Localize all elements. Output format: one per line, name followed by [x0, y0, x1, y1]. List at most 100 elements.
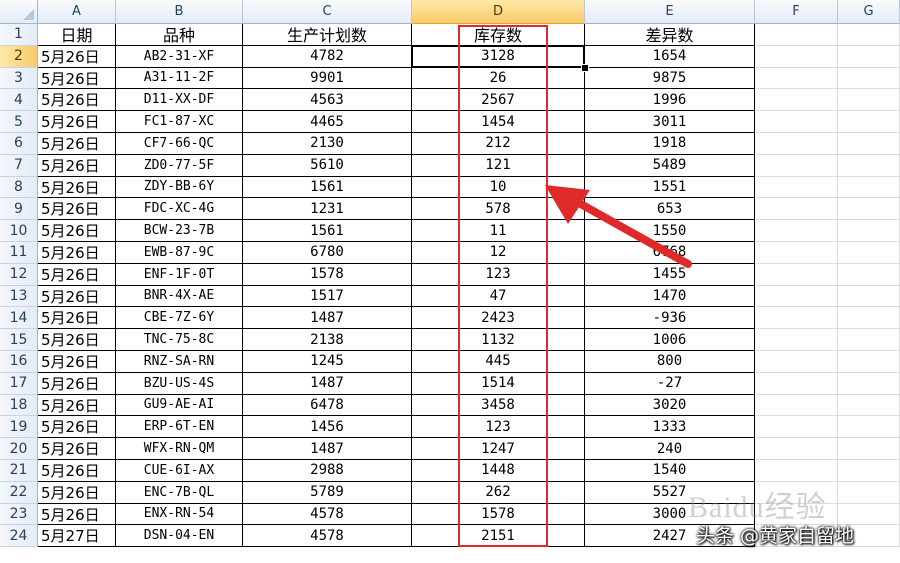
- row-header-11[interactable]: 11: [0, 242, 38, 264]
- empty-cell[interactable]: [838, 481, 900, 504]
- empty-cell[interactable]: [838, 285, 900, 308]
- plan-cell[interactable]: 2138: [243, 329, 412, 351]
- empty-cell[interactable]: [838, 220, 900, 242]
- date-cell[interactable]: 5月26日: [38, 416, 116, 439]
- row-header-19[interactable]: 19: [0, 416, 38, 439]
- date-cell[interactable]: 5月26日: [38, 220, 116, 242]
- header-cell-c[interactable]: 生产计划数: [243, 24, 412, 46]
- empty-cell[interactable]: [755, 285, 838, 308]
- row-header-10[interactable]: 10: [0, 220, 38, 242]
- plan-cell[interactable]: 4465: [243, 111, 412, 133]
- date-cell[interactable]: 5月26日: [38, 307, 116, 330]
- plan-cell[interactable]: 1487: [243, 372, 412, 395]
- fill-handle[interactable]: [581, 63, 589, 72]
- plan-cell[interactable]: 6780: [243, 242, 412, 264]
- stock-cell[interactable]: 2423: [412, 307, 585, 330]
- diff-cell[interactable]: 1918: [585, 133, 755, 155]
- row-header-2[interactable]: 2: [0, 45, 38, 68]
- item-cell[interactable]: DSN-04-EN: [116, 525, 243, 548]
- date-cell[interactable]: 5月26日: [38, 285, 116, 308]
- date-cell[interactable]: 5月26日: [38, 154, 116, 177]
- stock-cell[interactable]: 26: [412, 67, 585, 90]
- stock-cell[interactable]: 3458: [412, 394, 585, 417]
- plan-cell[interactable]: 1561: [243, 220, 412, 242]
- plan-cell[interactable]: 1456: [243, 416, 412, 439]
- empty-cell[interactable]: [838, 176, 900, 199]
- plan-cell[interactable]: 5610: [243, 154, 412, 177]
- stock-cell[interactable]: 1454: [412, 111, 585, 133]
- plan-cell[interactable]: 1517: [243, 285, 412, 308]
- diff-cell[interactable]: 1470: [585, 285, 755, 308]
- diff-cell[interactable]: 1006: [585, 329, 755, 351]
- item-cell[interactable]: FDC-XC-4G: [116, 198, 243, 221]
- row-header-3[interactable]: 3: [0, 67, 38, 90]
- date-cell[interactable]: 5月26日: [38, 438, 116, 460]
- header-cell-b[interactable]: 品种: [116, 24, 243, 46]
- date-cell[interactable]: 5月26日: [38, 198, 116, 221]
- empty-cell[interactable]: [838, 351, 900, 373]
- empty-cell[interactable]: [755, 372, 838, 395]
- empty-cell[interactable]: [755, 394, 838, 417]
- diff-cell[interactable]: -27: [585, 372, 755, 395]
- item-cell[interactable]: FC1-87-XC: [116, 111, 243, 133]
- stock-cell[interactable]: 47: [412, 285, 585, 308]
- date-cell[interactable]: 5月26日: [38, 460, 116, 482]
- select-all-corner[interactable]: [0, 0, 38, 24]
- empty-cell[interactable]: [838, 154, 900, 177]
- item-cell[interactable]: GU9-AE-AI: [116, 394, 243, 417]
- column-header-c[interactable]: C: [243, 0, 412, 24]
- plan-cell[interactable]: 9901: [243, 67, 412, 90]
- header-cell-d[interactable]: 库存数: [412, 24, 585, 46]
- date-cell[interactable]: 5月26日: [38, 133, 116, 155]
- plan-cell[interactable]: 4578: [243, 525, 412, 548]
- row-header-23[interactable]: 23: [0, 503, 38, 526]
- column-header-g[interactable]: G: [838, 0, 900, 24]
- item-cell[interactable]: AB2-31-XF: [116, 45, 243, 68]
- plan-cell[interactable]: 1245: [243, 351, 412, 373]
- item-cell[interactable]: ENF-1F-0T: [116, 263, 243, 286]
- empty-cell[interactable]: [755, 111, 838, 133]
- date-cell[interactable]: 5月26日: [38, 111, 116, 133]
- date-cell[interactable]: 5月26日: [38, 45, 116, 68]
- empty-cell[interactable]: [755, 329, 838, 351]
- row-header-16[interactable]: 16: [0, 351, 38, 373]
- item-cell[interactable]: D11-XX-DF: [116, 89, 243, 112]
- row-header-5[interactable]: 5: [0, 111, 38, 133]
- empty-cell[interactable]: [755, 460, 838, 482]
- item-cell[interactable]: ERP-6T-EN: [116, 416, 243, 439]
- empty-cell[interactable]: [755, 176, 838, 199]
- item-cell[interactable]: TNC-75-8C: [116, 329, 243, 351]
- plan-cell[interactable]: 5789: [243, 481, 412, 504]
- item-cell[interactable]: BCW-23-7B: [116, 220, 243, 242]
- empty-cell[interactable]: [755, 263, 838, 286]
- plan-cell[interactable]: 1487: [243, 307, 412, 330]
- empty-cell[interactable]: [838, 460, 900, 482]
- row-header-17[interactable]: 17: [0, 372, 38, 395]
- row-header-6[interactable]: 6: [0, 133, 38, 155]
- cell-g1[interactable]: [838, 24, 900, 46]
- stock-cell[interactable]: 121: [412, 154, 585, 177]
- stock-cell[interactable]: 1578: [412, 503, 585, 526]
- item-cell[interactable]: ENX-RN-54: [116, 503, 243, 526]
- header-cell-a[interactable]: 日期: [38, 24, 116, 46]
- empty-cell[interactable]: [838, 372, 900, 395]
- row-header-22[interactable]: 22: [0, 481, 38, 504]
- column-header-d[interactable]: D: [412, 0, 585, 24]
- row-header-8[interactable]: 8: [0, 176, 38, 199]
- empty-cell[interactable]: [838, 242, 900, 264]
- stock-cell[interactable]: 1247: [412, 438, 585, 460]
- column-header-b[interactable]: B: [116, 0, 243, 24]
- empty-cell[interactable]: [755, 45, 838, 68]
- row-header-7[interactable]: 7: [0, 154, 38, 177]
- empty-cell[interactable]: [755, 67, 838, 90]
- diff-cell[interactable]: 5489: [585, 154, 755, 177]
- empty-cell[interactable]: [755, 242, 838, 264]
- stock-cell[interactable]: 1514: [412, 372, 585, 395]
- empty-cell[interactable]: [838, 307, 900, 330]
- diff-cell[interactable]: 9875: [585, 67, 755, 90]
- row-header-1[interactable]: 1: [0, 24, 38, 46]
- empty-cell[interactable]: [755, 351, 838, 373]
- item-cell[interactable]: BZU-US-4S: [116, 372, 243, 395]
- stock-cell[interactable]: 1448: [412, 460, 585, 482]
- empty-cell[interactable]: [838, 263, 900, 286]
